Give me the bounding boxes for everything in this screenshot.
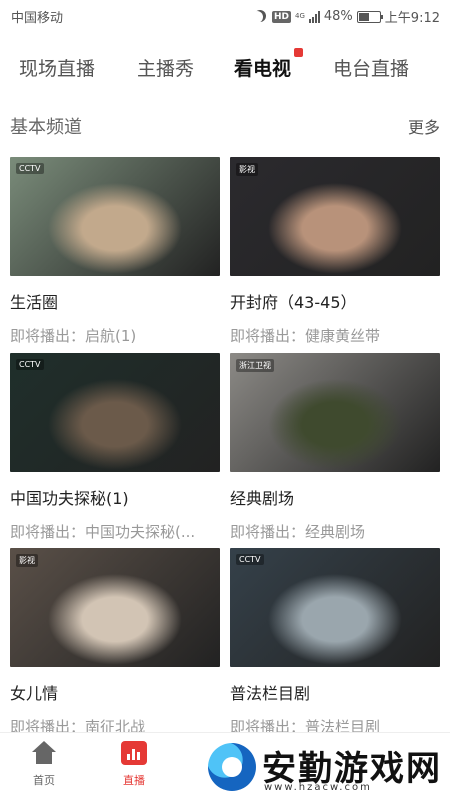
channel-thumbnail[interactable]: 影视 (10, 548, 220, 667)
channel-card[interactable]: CCTV 中国功夫探秘(1) 即将播出：中国功夫探秘(... (10, 353, 220, 542)
channel-card[interactable]: CCTV 生活圈 即将播出：启航(1) (10, 157, 220, 346)
program-title: 生活圈 (10, 293, 59, 312)
channel-logo: 影视 (236, 163, 258, 176)
next-program: 即将播出：中国功夫探秘(... (10, 523, 196, 541)
battery-percent: 48% (323, 9, 353, 24)
nav-home[interactable]: 首页 (14, 741, 74, 788)
watermark-url: www.hzacw.com (264, 782, 372, 793)
program-title: 普法栏目剧 (230, 684, 311, 703)
watermark-logo-icon (208, 743, 256, 791)
status-icons: HD 4G 48% 上午9:12 (254, 7, 440, 26)
channel-thumbnail[interactable]: 影视 (230, 157, 440, 276)
moon-icon (251, 11, 263, 23)
channel-logo: 浙江卫视 (236, 359, 274, 372)
program-title: 女儿情 (10, 684, 59, 703)
channel-card[interactable]: 浙江卫视 经典剧场 即将播出：经典剧场 (230, 353, 440, 542)
more-link[interactable]: 更多 (408, 114, 440, 138)
network-type: 4G (295, 12, 305, 20)
status-bar: 中国移动 HD 4G 48% 上午9:12 (0, 0, 450, 32)
channel-thumbnail[interactable]: CCTV (10, 353, 220, 472)
signal-icon (308, 10, 320, 23)
nav-live-label: 直播 (123, 774, 145, 787)
channel-thumbnail[interactable]: CCTV (230, 548, 440, 667)
next-program: 即将播出：启航(1) (10, 327, 137, 345)
hd-icon: HD (271, 10, 291, 23)
channel-thumbnail[interactable]: 浙江卫视 (230, 353, 440, 472)
section-title: 基本频道 (10, 117, 82, 138)
channel-logo: CCTV (16, 163, 44, 174)
channel-card[interactable]: CCTV 普法栏目剧 即将播出：普法栏目剧 (230, 548, 440, 737)
program-title: 中国功夫探秘(1) (10, 489, 129, 508)
channel-logo: CCTV (236, 554, 264, 565)
nav-home-label: 首页 (33, 774, 55, 787)
program-title: 开封府（43-45） (230, 293, 357, 312)
tab-anchor-show[interactable]: 主播秀 (137, 54, 194, 81)
battery-icon (356, 10, 383, 23)
channel-card[interactable]: 影视 女儿情 即将播出：南征北战 (10, 548, 220, 737)
tab-radio-live[interactable]: 电台直播 (333, 54, 409, 81)
new-badge-icon (294, 47, 304, 57)
channel-thumbnail[interactable]: CCTV (10, 157, 220, 276)
live-icon (121, 741, 147, 765)
home-icon (31, 741, 57, 765)
program-title: 经典剧场 (230, 489, 295, 508)
channel-card[interactable]: 影视 开封府（43-45） 即将播出：健康黄丝带 (230, 157, 440, 346)
channel-logo: CCTV (16, 359, 44, 370)
section-header: 基本频道 更多 (0, 108, 450, 142)
tab-watch-tv-label: 看电视 (234, 57, 292, 80)
carrier-label: 中国移动 (11, 11, 64, 26)
site-watermark: 安勤游戏网 www.hzacw.com (200, 735, 450, 800)
clock: 上午9:12 (384, 11, 440, 26)
tab-watch-tv[interactable]: 看电视 (234, 47, 304, 81)
tab-live-scene[interactable]: 现场直播 (19, 54, 95, 81)
category-tabs: 现场直播 主播秀 看电视 电台直播 (0, 32, 450, 102)
nav-live[interactable]: 直播 (104, 741, 164, 788)
next-program: 即将播出：经典剧场 (230, 523, 366, 541)
next-program: 即将播出：健康黄丝带 (230, 327, 381, 345)
channel-logo: 影视 (16, 554, 38, 567)
